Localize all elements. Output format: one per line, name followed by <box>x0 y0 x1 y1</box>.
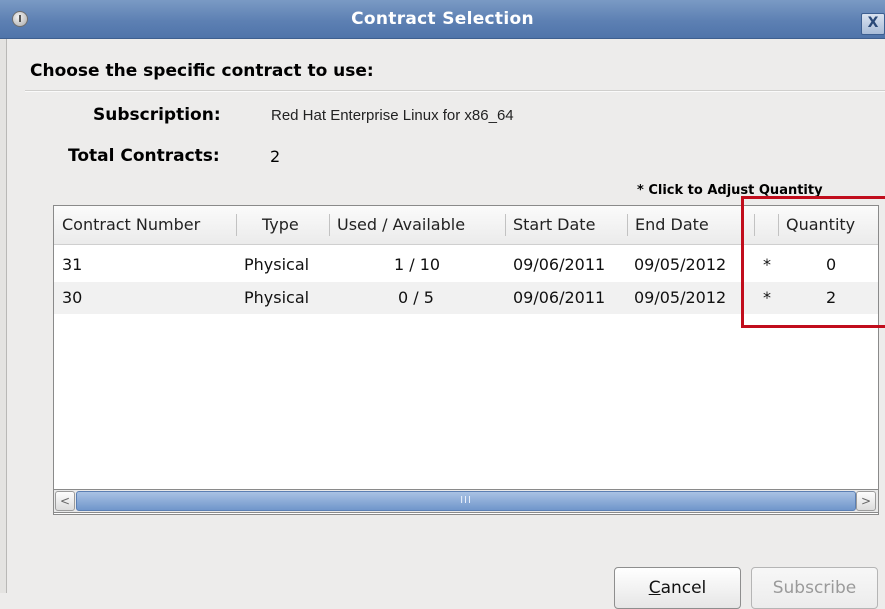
dialog-heading: Choose the specific contract to use: <box>30 61 374 81</box>
window-left-border <box>0 39 7 593</box>
cell-used-available: 1 / 10 <box>394 255 441 274</box>
window-title: Contract Selection <box>351 9 534 29</box>
scroll-left-icon[interactable]: < <box>55 491 75 511</box>
cell-start-date: 09/06/2011 <box>513 288 606 307</box>
column-header-contract-number[interactable]: Contract Number <box>62 206 200 244</box>
column-divider <box>329 214 330 236</box>
scroll-right-icon[interactable]: > <box>856 491 876 511</box>
cell-start-date: 09/06/2011 <box>513 255 606 274</box>
scrollbar-thumb[interactable]: III <box>76 491 856 511</box>
separator <box>25 90 885 92</box>
column-divider <box>236 214 237 236</box>
cell-contract-number: 30 <box>62 288 83 307</box>
subscription-label: Subscription: <box>93 105 221 125</box>
total-contracts-label: Total Contracts: <box>68 146 220 166</box>
cancel-label: ancel <box>660 578 707 598</box>
cell-used-available: 0 / 5 <box>398 288 434 307</box>
title-bar: Contract Selection X <box>0 0 885 39</box>
column-header-start-date[interactable]: Start Date <box>513 206 595 244</box>
column-divider <box>505 214 506 236</box>
column-header-type[interactable]: Type <box>262 206 299 244</box>
cell-end-date: 09/05/2012 <box>634 288 727 307</box>
cancel-button[interactable]: Cancel <box>614 567 741 609</box>
horizontal-scrollbar[interactable]: < III > <box>53 489 879 513</box>
cell-type: Physical <box>244 255 310 274</box>
subscribe-button[interactable]: Subscribe <box>751 567 878 609</box>
cell-type: Physical <box>244 288 310 307</box>
quantity-highlight-annotation <box>741 196 885 328</box>
cell-contract-number: 31 <box>62 255 83 274</box>
cell-end-date: 09/05/2012 <box>634 255 727 274</box>
subscription-value: Red Hat Enterprise Linux for x86_64 <box>271 107 514 124</box>
total-contracts-value: 2 <box>270 147 281 166</box>
close-icon[interactable]: X <box>861 13 885 35</box>
cancel-mnemonic: C <box>648 578 661 598</box>
column-header-end-date[interactable]: End Date <box>635 206 709 244</box>
column-divider <box>627 214 628 236</box>
column-header-used-available[interactable]: Used / Available <box>337 206 465 244</box>
